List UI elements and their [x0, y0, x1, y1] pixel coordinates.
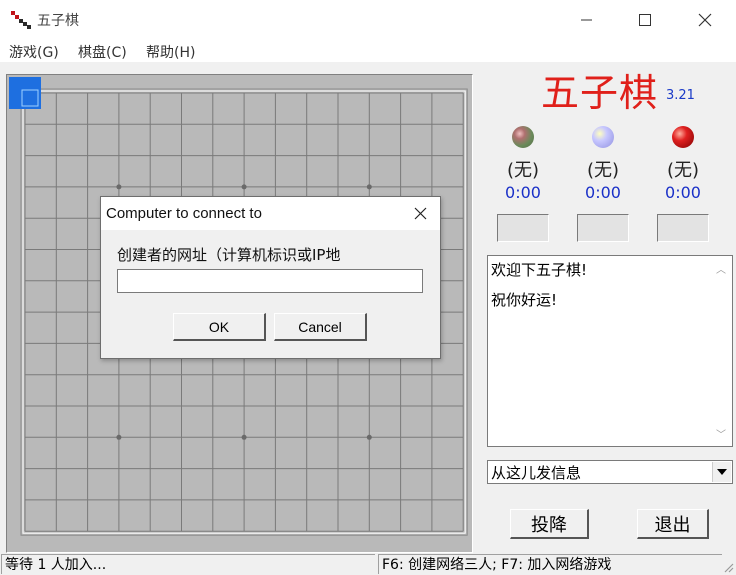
chat-message: 祝你好运! — [491, 291, 558, 309]
resign-button[interactable]: 投降 — [510, 509, 589, 539]
player2-stone-icon — [592, 126, 614, 148]
chat-message: 欢迎下五子棋! — [491, 261, 588, 279]
star-point — [241, 434, 247, 440]
status-bar: 等待 1 人加入... F6: 创建网络三人; F7: 加入网络游戏 — [0, 553, 736, 575]
connect-dialog: Computer to connect to 创建者的网址（计算机标识或IP地 … — [100, 196, 441, 359]
exit-button[interactable]: 退出 — [637, 509, 709, 539]
chat-message-input[interactable]: 从这儿发信息 — [487, 460, 733, 484]
star-point — [366, 184, 372, 190]
brand-title: 五子棋 — [541, 71, 659, 115]
cancel-button[interactable]: Cancel — [274, 313, 367, 341]
player3-stone-icon — [672, 126, 694, 148]
window-title: 五子棋 — [37, 13, 79, 29]
player1-name: (无) — [506, 160, 540, 181]
player2-box — [577, 214, 629, 242]
minimize-button[interactable] — [564, 0, 610, 40]
menu-help[interactable]: 帮助(H) — [146, 42, 195, 62]
dialog-close-button[interactable] — [400, 197, 440, 230]
menu-game[interactable]: 游戏(G) — [9, 42, 59, 62]
close-button[interactable] — [682, 0, 728, 40]
player2-time: 0:00 — [585, 183, 621, 202]
player1-time: 0:00 — [505, 183, 541, 202]
player1-box — [497, 214, 549, 242]
scroll-down-icon[interactable]: ﹀ — [716, 426, 726, 441]
menu-board[interactable]: 棋盘(C) — [78, 42, 127, 62]
version-label: 3.21 — [666, 88, 695, 103]
chat-input-text: 从这儿发信息 — [491, 464, 582, 482]
maximize-icon — [639, 14, 651, 26]
title-bar: 五子棋 — [0, 0, 736, 40]
player1-stone-icon — [512, 126, 534, 148]
cursor-highlight — [9, 77, 41, 109]
status-right: F6: 创建网络三人; F7: 加入网络游戏 — [378, 554, 722, 574]
address-input[interactable] — [117, 269, 423, 293]
dialog-title: Computer to connect to — [106, 205, 262, 222]
minimize-icon — [581, 19, 592, 21]
resize-grip-icon[interactable] — [722, 561, 734, 573]
scroll-up-icon[interactable]: ︿ — [716, 261, 726, 276]
chat-scrollbar[interactable]: ︿ ﹀ — [713, 257, 731, 445]
player3-box — [657, 214, 709, 242]
address-label: 创建者的网址（计算机标识或IP地 — [117, 246, 341, 264]
star-point — [366, 434, 372, 440]
maximize-button[interactable] — [622, 0, 668, 40]
chat-log[interactable]: 欢迎下五子棋! 祝你好运! ︿ ﹀ — [487, 255, 733, 447]
player2-name: (无) — [586, 160, 620, 181]
star-point — [116, 184, 122, 190]
menu-bar: 游戏(G) 棋盘(C) 帮助(H) — [0, 40, 736, 62]
chevron-down-icon — [717, 469, 727, 475]
status-left: 等待 1 人加入... — [1, 554, 375, 574]
dialog-title-bar: Computer to connect to — [101, 197, 440, 230]
chat-dropdown-button[interactable] — [712, 462, 731, 482]
close-icon — [414, 207, 426, 220]
star-point — [241, 184, 247, 190]
player3-name: (无) — [666, 160, 700, 181]
ok-button[interactable]: OK — [173, 313, 266, 341]
gomoku-app-icon — [11, 11, 31, 29]
close-icon — [698, 13, 712, 27]
star-point — [116, 434, 122, 440]
player3-time: 0:00 — [665, 183, 701, 202]
